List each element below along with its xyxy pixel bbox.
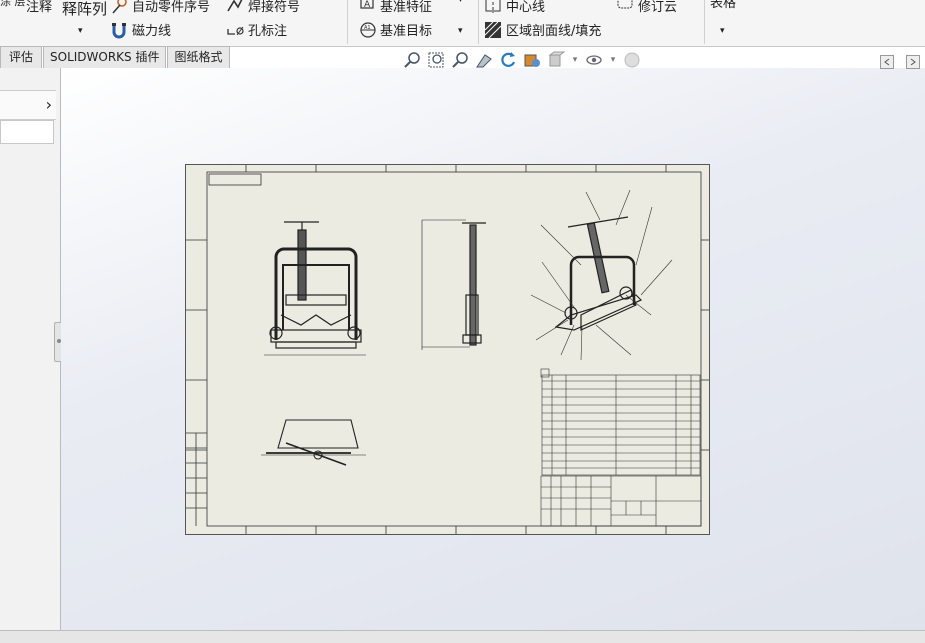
chevron-right-icon[interactable]: › <box>46 95 52 114</box>
auto-balloon-button[interactable]: 自动零件序号 <box>110 0 210 15</box>
hide-show-dropdown-icon[interactable]: ▾ <box>608 50 618 70</box>
panel-filter-input[interactable] <box>0 120 54 144</box>
array-cut-label: 释阵列 <box>62 0 108 18</box>
hatch-fill-button[interactable]: 区域剖面线/填充 <box>484 20 601 39</box>
datum-dropdown-top[interactable]: ▾ <box>458 0 463 5</box>
weld-icon <box>226 0 244 15</box>
zone-ticks <box>186 165 709 534</box>
left-revision-strip <box>186 432 207 526</box>
hole-callout-button[interactable]: 孔标注 <box>226 20 287 39</box>
front-view <box>264 221 366 356</box>
revision-cloud-label: 修订云 <box>638 0 678 15</box>
datum-feature-label: 基准特征 <box>380 0 433 15</box>
revision-cloud-button[interactable]: 修订云 <box>616 0 677 15</box>
auto-balloon-label: 自动零件序号 <box>132 0 211 15</box>
hatch-fill-label: 区域剖面线/填充 <box>506 24 602 39</box>
datum-feature-icon: A <box>358 0 376 15</box>
center-line-icon <box>484 0 502 15</box>
datum-feature-button[interactable]: A 基准特征 <box>358 0 432 15</box>
panel-expand-row[interactable]: › <box>0 90 56 120</box>
datum-dropdown-arrow[interactable]: ▾ <box>458 26 463 36</box>
array-cut-button[interactable]: 释阵列 <box>62 0 107 19</box>
tab-evaluate[interactable]: 评估 <box>0 46 42 68</box>
zoom-to-fit-icon[interactable] <box>402 50 422 70</box>
annotation-dropdown-arrow[interactable]: ▾ <box>78 26 83 36</box>
status-bar <box>0 630 925 643</box>
datum-target-button[interactable]: A1 基准目标 <box>358 20 432 39</box>
top-view <box>261 419 366 466</box>
drawing-sheet[interactable] <box>185 164 710 535</box>
display-style-dropdown-icon[interactable]: ▾ <box>570 50 580 70</box>
revision-cloud-icon <box>616 0 634 15</box>
panel-right-arrow-icon[interactable] <box>906 55 920 69</box>
svg-text:A: A <box>364 0 371 10</box>
hatch-icon <box>484 21 502 39</box>
view-orientation-icon[interactable] <box>522 50 542 70</box>
isometric-view <box>554 216 643 331</box>
command-tabs: 评估 SOLIDWORKS 插件 图纸格式 <box>0 46 231 68</box>
hole-callout-label: 孔标注 <box>248 24 288 39</box>
balloon-icon <box>110 0 128 15</box>
panel-left-arrow-icon[interactable] <box>880 55 894 69</box>
datum-target-label: 基准目标 <box>380 24 433 39</box>
rotate-view-icon[interactable] <box>498 50 518 70</box>
svg-text:A1: A1 <box>364 25 371 31</box>
command-manager-ribbon: 涂 层 注释 释阵列 ▾ 自动零件序号 磁力线 焊接符号 孔标注 A 基准特征 <box>0 0 925 47</box>
tab-solidworks-addins[interactable]: SOLIDWORKS 插件 <box>43 46 167 68</box>
hole-callout-icon <box>226 21 244 39</box>
weld-symbol-label: 焊接符号 <box>248 0 301 15</box>
table-label: 表格 <box>710 0 737 11</box>
coating-tool-label[interactable]: 涂 层 <box>0 0 26 7</box>
zoom-to-area-icon[interactable] <box>426 50 446 70</box>
appearance-icon[interactable] <box>622 50 642 70</box>
section-view-icon[interactable] <box>474 50 494 70</box>
magnetic-line-button[interactable]: 磁力线 <box>110 20 171 39</box>
weld-symbol-button[interactable]: 焊接符号 <box>226 0 300 15</box>
bill-of-materials <box>540 368 701 476</box>
heads-up-view-toolbar: ▾ ▾ <box>402 50 642 70</box>
display-style-icon[interactable] <box>546 50 566 70</box>
magnet-icon <box>110 21 128 39</box>
title-block <box>540 475 702 527</box>
drawing-sheet-graphics <box>186 165 709 534</box>
annotation-label: 注释 <box>26 0 53 15</box>
coating-label: 涂 层 <box>0 0 26 8</box>
magnetic-line-label: 磁力线 <box>132 24 172 39</box>
previous-view-icon[interactable] <box>450 50 470 70</box>
annotation-button[interactable]: 注释 <box>26 0 52 15</box>
center-line-button[interactable]: 中心线 <box>484 0 545 15</box>
center-line-label: 中心线 <box>506 0 546 15</box>
table-button[interactable]: 表格 <box>710 0 736 11</box>
side-view <box>421 219 486 350</box>
hide-show-items-icon[interactable] <box>584 50 604 70</box>
table-dropdown-arrow[interactable]: ▾ <box>720 26 725 36</box>
sheet-border <box>206 171 702 527</box>
tab-sheet-format[interactable]: 图纸格式 <box>167 46 230 68</box>
feature-manager-panel: › <box>0 68 64 630</box>
datum-target-icon: A1 <box>358 21 376 39</box>
